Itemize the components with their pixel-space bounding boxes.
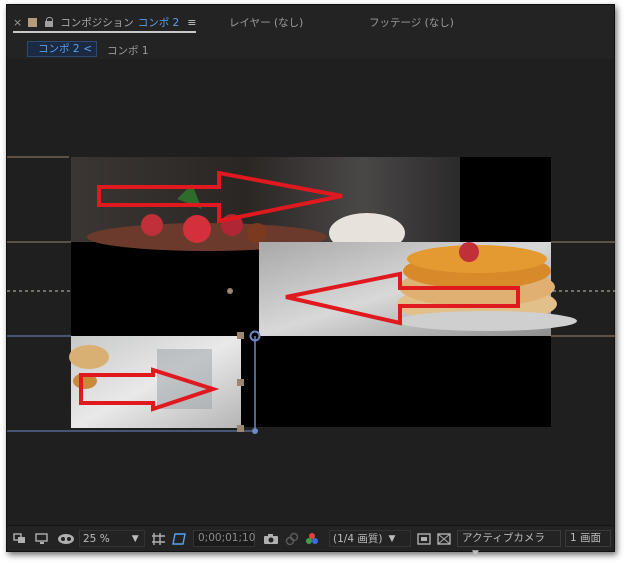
views-value: 1 画面 (570, 532, 602, 544)
panel-tab-bar: × コンポジション コンポ 2 ≡ レイヤー (なし) フッテージ (なし) (7, 5, 614, 37)
region-of-interest-icon[interactable] (171, 531, 187, 547)
monitor-icon[interactable] (35, 531, 49, 547)
composition-panel: × コンポジション コンポ 2 ≡ レイヤー (なし) フッテージ (なし) コ… (6, 4, 616, 559)
resolution-value: (1/4 画質) (333, 533, 383, 545)
breadcrumb-active-label: コンポ 2 (38, 43, 80, 55)
tab-footage[interactable]: フッテージ (なし) (369, 14, 454, 30)
show-snapshot-icon[interactable] (285, 531, 299, 547)
tab-layer[interactable]: レイヤー (なし) (229, 14, 303, 30)
transparency-grid-icon[interactable] (437, 531, 451, 547)
viewer-toolbar: 25 % ▼ 0;00;01;10 (1/4 画質) ▼ アクティブカメラ ▼ … (7, 525, 614, 559)
layer-image-bottom[interactable] (69, 336, 241, 428)
close-icon[interactable]: × (13, 16, 22, 29)
zoom-dropdown[interactable]: 25 % ▼ (79, 530, 145, 547)
chevron-left-icon: < (83, 43, 92, 55)
timecode-field[interactable]: 0;00;01;10 (193, 530, 255, 547)
zoom-value: 25 % (83, 532, 110, 545)
always-preview-icon[interactable] (13, 531, 27, 547)
camera-icon[interactable] (263, 531, 279, 547)
chevron-down-icon: ▼ (131, 533, 139, 544)
mask-icon[interactable] (57, 531, 75, 547)
breadcrumb-item-active[interactable]: コンポ 2 < (27, 41, 97, 57)
panel-menu-icon[interactable]: ≡ (187, 16, 196, 29)
chevron-down-icon: ▼ (472, 549, 479, 559)
grid-icon[interactable] (151, 531, 167, 547)
resolution-dropdown[interactable]: (1/4 画質) ▼ (329, 530, 411, 547)
chevron-down-icon: ▼ (388, 533, 396, 544)
camera-value: アクティブカメラ (462, 532, 545, 544)
lock-icon[interactable] (45, 17, 54, 27)
breadcrumb-item[interactable]: コンポ 1 (107, 43, 149, 58)
fast-preview-icon[interactable] (417, 531, 431, 547)
viewer-canvas[interactable] (7, 59, 616, 525)
composition-breadcrumb: コンポ 2 < コンポ 1 (7, 37, 614, 59)
views-dropdown[interactable]: 1 画面 (565, 530, 611, 547)
tab-composition-name: コンポ 2 (137, 16, 180, 29)
camera-dropdown[interactable]: アクティブカメラ ▼ (457, 530, 561, 559)
label-color-swatch[interactable] (28, 17, 38, 27)
tab-composition[interactable]: × コンポジション コンポ 2 ≡ (13, 13, 197, 33)
tab-composition-label: コンポジション (60, 16, 134, 29)
composition-viewer[interactable] (7, 59, 616, 525)
color-wheel-icon[interactable] (305, 531, 319, 547)
